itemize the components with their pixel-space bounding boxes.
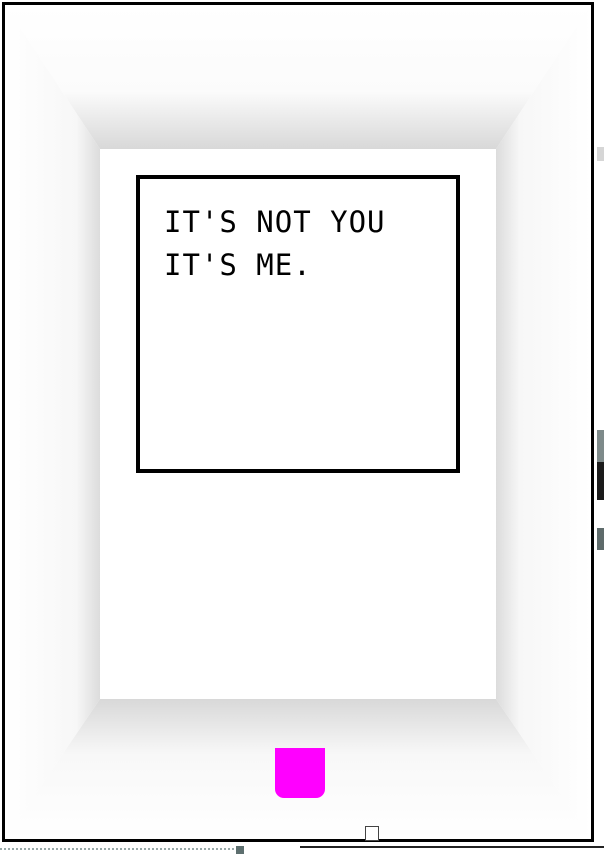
player-block[interactable] [275, 748, 325, 798]
message-line-2: IT'S ME. [164, 248, 312, 282]
game-room: IT'S NOT YOU IT'S ME. [2, 2, 594, 842]
message-screen: IT'S NOT YOU IT'S ME. [136, 175, 460, 473]
desktop-edge-strip-3 [597, 462, 604, 500]
cursor-square-icon [365, 826, 379, 841]
desktop-edge-strip-2 [597, 430, 604, 462]
message-line-1: IT'S NOT YOU [164, 205, 386, 239]
desktop-bottom-dots [0, 848, 236, 850]
ceiling [5, 5, 591, 149]
desktop-bottom-rule [300, 846, 604, 848]
desktop-bottom-marker [236, 846, 244, 854]
desktop-edge-strip-1 [597, 147, 604, 161]
right-wall [496, 5, 591, 839]
desktop-edge-strip-4 [597, 528, 604, 550]
left-wall [5, 5, 100, 839]
